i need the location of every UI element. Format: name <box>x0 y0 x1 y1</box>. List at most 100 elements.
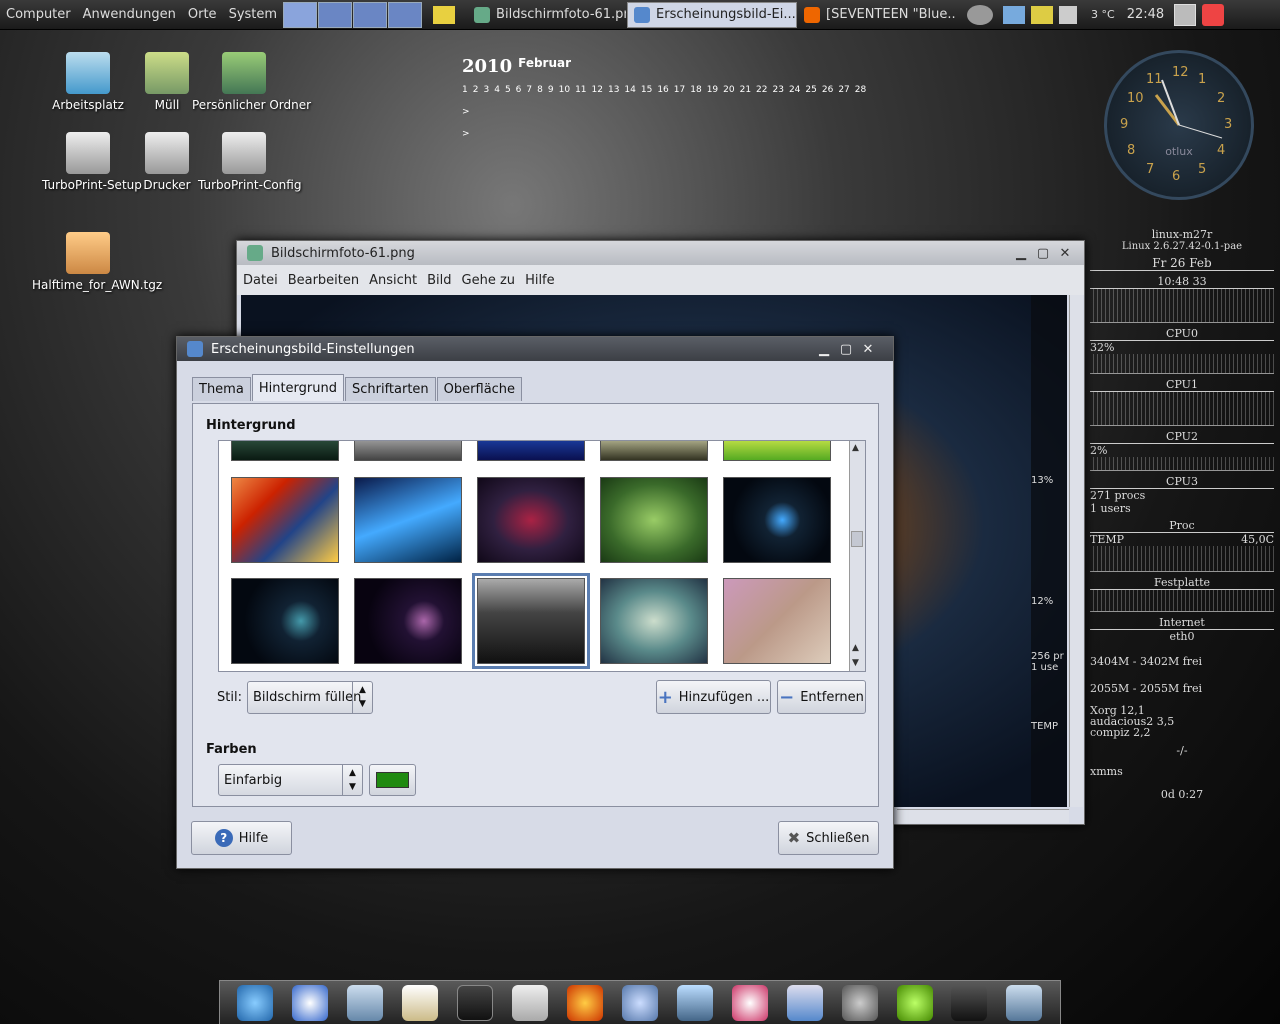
app-icon[interactable] <box>896 984 933 1021</box>
menu-ansicht[interactable]: Ansicht <box>369 273 417 288</box>
wallpaper-thumb[interactable] <box>600 477 708 563</box>
calendar-day: 27 <box>838 85 850 95</box>
add-button[interactable]: + Hinzufügen ... <box>656 680 771 714</box>
tab-thema[interactable]: Thema <box>192 377 251 401</box>
viewer-hscrollbar[interactable] <box>897 809 1069 823</box>
wallpaper-icon[interactable] <box>951 984 988 1021</box>
clock-text[interactable]: 22:48 <box>1121 7 1170 22</box>
wallpaper-thumb-selected[interactable] <box>472 573 590 669</box>
show-desktop-icon[interactable] <box>1174 3 1197 26</box>
tray-icon-1[interactable] <box>1003 5 1026 24</box>
notes-icon[interactable] <box>433 5 456 24</box>
workspace-1[interactable] <box>283 1 318 28</box>
globe-icon[interactable] <box>237 984 274 1021</box>
wallpaper-thumb[interactable] <box>600 578 708 664</box>
calendar-day: 10 <box>558 85 571 95</box>
wallpaper-thumb[interactable] <box>231 578 339 664</box>
terminal-icon[interactable] <box>457 984 494 1021</box>
home-icon[interactable] <box>292 984 329 1021</box>
workspace-4[interactable] <box>388 1 423 28</box>
wallpaper-grid[interactable]: ▲ ▲ ▼ <box>218 440 866 672</box>
scroll-up-icon[interactable]: ▲ <box>852 443 859 453</box>
chart-icon[interactable] <box>731 984 768 1021</box>
minimize-icon[interactable]: ▁ <box>1010 246 1032 261</box>
power-icon[interactable] <box>1202 3 1225 26</box>
menu-system[interactable]: System <box>223 7 283 22</box>
scroll-thumb[interactable] <box>851 531 863 547</box>
workspace-3[interactable] <box>353 1 388 28</box>
maximize-icon[interactable]: ▢ <box>1032 246 1054 261</box>
stil-select[interactable]: Bildschirm füllen ▲ ▼ <box>247 681 373 714</box>
calendar-year: 2010 <box>462 56 513 77</box>
viewer-titlebar[interactable]: Bildschirmfoto-61.png ▁ ▢ ✕ <box>237 241 1084 265</box>
music-player-icon[interactable] <box>621 984 658 1021</box>
minimize-icon[interactable]: ▁ <box>813 342 835 357</box>
menu-datei[interactable]: Datei <box>243 273 278 288</box>
cpu2-graph <box>1090 392 1274 426</box>
calendar-day: 21 <box>739 85 752 95</box>
calendar-day: 22 <box>756 85 768 95</box>
menu-hilfe[interactable]: Hilfe <box>525 273 555 288</box>
volume-icon[interactable] <box>967 4 994 25</box>
temp-label: TEMP <box>1090 533 1125 546</box>
desktop-icon-turboprint-config[interactable]: TurboPrint-Config <box>198 132 301 192</box>
help-button[interactable]: ? Hilfe <box>191 821 292 855</box>
maximize-icon[interactable]: ▢ <box>835 342 857 357</box>
wallpaper-thumb[interactable] <box>477 441 585 461</box>
weather-text[interactable]: 3 °C <box>1085 8 1121 21</box>
document-icon[interactable] <box>786 984 823 1021</box>
wallpaper-thumb[interactable] <box>723 578 831 664</box>
close-icon[interactable]: ✕ <box>1054 246 1076 261</box>
wallpaper-scrollbar[interactable]: ▲ ▲ ▼ <box>849 441 865 671</box>
scroll-up-icon[interactable]: ▲ <box>852 643 859 653</box>
workspace-2[interactable] <box>318 1 353 28</box>
wallpaper-thumb[interactable] <box>231 477 339 563</box>
menu-bild[interactable]: Bild <box>427 273 451 288</box>
scroll-down-icon[interactable]: ▼ <box>852 658 859 668</box>
remove-button[interactable]: − Entfernen <box>777 680 866 714</box>
tab-hintergrund[interactable]: Hintergrund <box>251 374 344 401</box>
printer-icon <box>145 132 189 174</box>
gimp-icon[interactable] <box>841 984 878 1021</box>
music-title: -/- <box>1176 744 1188 757</box>
wallpaper-thumb[interactable] <box>600 441 708 461</box>
dialog-titlebar[interactable]: Erscheinungsbild-Einstellungen ▁ ▢ ✕ <box>177 337 893 361</box>
task-bildschirmfoto[interactable]: Bildschirmfoto-61.png <box>467 2 627 28</box>
text-editor-icon[interactable] <box>402 984 439 1021</box>
menu-anwendungen[interactable]: Anwendungen <box>77 7 182 22</box>
tray-icon-2[interactable] <box>1031 5 1054 24</box>
menu-bearbeiten[interactable]: Bearbeiten <box>288 273 359 288</box>
computer-icon <box>66 52 110 94</box>
task-seventeen[interactable]: [SEVENTEEN "Blue... <box>797 2 957 28</box>
wallpaper-thumb[interactable] <box>354 441 462 461</box>
wallpaper-thumb[interactable] <box>723 477 831 563</box>
tab-oberflaeche[interactable]: Oberfläche <box>436 377 523 401</box>
trash-icon[interactable] <box>1006 984 1043 1021</box>
wallpaper-thumb[interactable] <box>477 477 585 563</box>
tray-icon-3[interactable] <box>1059 5 1078 24</box>
firefox-icon[interactable] <box>566 984 603 1021</box>
menu-gehe-zu[interactable]: Gehe zu <box>462 273 516 288</box>
close-button[interactable]: ✖ Schließen <box>778 821 879 855</box>
color-button[interactable] <box>369 764 416 796</box>
wallpaper-thumb[interactable] <box>723 441 831 461</box>
desktop-icon-persoenlicher-ordner[interactable]: Persönlicher Ordner <box>192 52 311 112</box>
viewer-vscrollbar[interactable] <box>1069 295 1083 807</box>
kernel: Linux 2.6.27.42-0.1-pae <box>1121 241 1243 252</box>
wallpaper-thumb[interactable] <box>231 441 339 461</box>
tab-schriftarten[interactable]: Schriftarten <box>344 377 436 401</box>
settings-icon[interactable] <box>512 984 549 1021</box>
wallpaper-thumb[interactable] <box>354 578 462 664</box>
color-mode-select[interactable]: Einfarbig ▲ ▼ <box>218 764 363 796</box>
network-icon[interactable] <box>676 984 713 1021</box>
menu-orte[interactable]: Orte <box>182 7 223 22</box>
desktop-icon-halftime[interactable]: Halftime_for_AWN.tgz <box>32 232 162 292</box>
calendar-day: 23 <box>772 85 784 95</box>
calendar-day: 4 <box>494 85 500 95</box>
close-icon[interactable]: ✕ <box>857 342 879 357</box>
wallpaper-thumb[interactable] <box>354 477 462 563</box>
task-erscheinungsbild[interactable]: Erscheinungsbild-Ei... <box>627 1 798 28</box>
top-process: compiz 2,2 <box>1090 726 1151 739</box>
mail-icon[interactable] <box>347 984 384 1021</box>
menu-computer[interactable]: Computer <box>0 7 77 22</box>
